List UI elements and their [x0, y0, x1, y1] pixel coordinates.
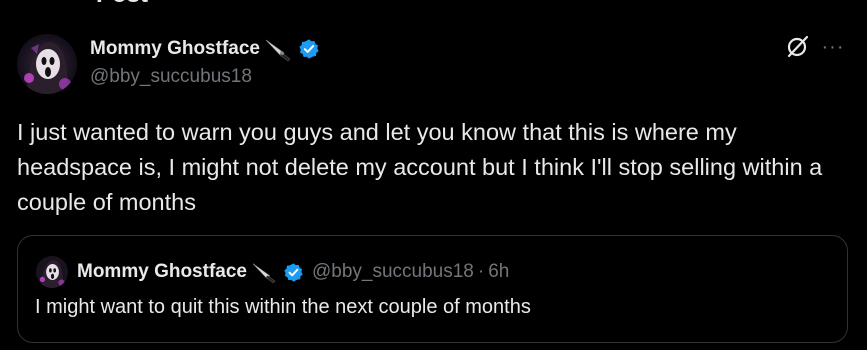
quoted-post[interactable]: Mommy Ghostface @bby_succubus18 · 6h I m… [17, 235, 848, 343]
avatar[interactable] [17, 34, 77, 94]
quote-author-handle: @bby_succubus18 [311, 261, 474, 282]
knife-icon [264, 37, 294, 62]
avatar-image [17, 34, 77, 94]
quote-avatar-image [36, 256, 68, 288]
verified-badge-icon[interactable] [298, 38, 320, 60]
author-handle[interactable]: @bby_succubus18 [90, 66, 252, 88]
author-display-name[interactable]: Mommy Ghostface [90, 38, 260, 60]
knife-icon [251, 261, 279, 284]
post-text: I just wanted to warn you guys and let y… [17, 119, 829, 215]
verified-badge-icon [283, 262, 304, 283]
quote-author-name: Mommy Ghostface [77, 261, 247, 282]
quote-text: I might want to quit this within the nex… [35, 296, 531, 318]
page-header: Post [0, 0, 867, 10]
more-options-icon[interactable]: ··· [820, 36, 846, 58]
page-title: Post [96, 0, 148, 10]
quote-header: Mommy Ghostface @bby_succubus18 · 6h [77, 258, 509, 286]
author-name-row[interactable]: Mommy Ghostface [90, 36, 320, 62]
quote-avatar [36, 256, 68, 288]
grok-icon[interactable] [785, 34, 811, 60]
quote-separator: · [477, 261, 485, 282]
quote-timestamp: 6h [488, 261, 510, 282]
